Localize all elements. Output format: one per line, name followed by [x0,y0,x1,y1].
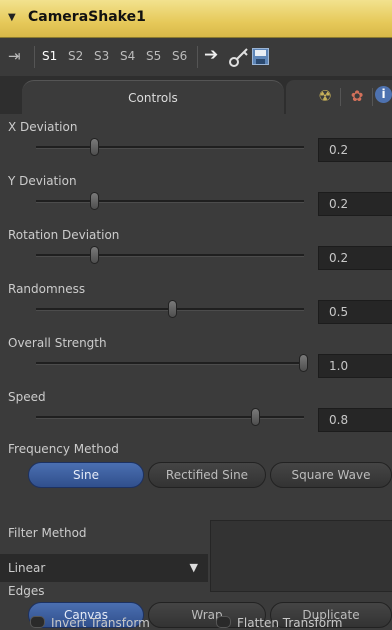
slider-value-input[interactable]: 1.0 [318,354,392,378]
tab-controls[interactable]: Controls [22,80,284,115]
checkbox-box[interactable] [216,616,231,628]
slider-thumb[interactable] [89,138,99,156]
slider-track[interactable] [36,200,304,203]
tab-bar: Controls ☢ ✿ i [0,76,392,115]
toolbar-divider [197,46,198,68]
radioactive-icon[interactable]: ☢ [312,84,338,108]
pin-icon[interactable]: ⇥ [8,47,21,65]
tab-divider [340,88,341,106]
slider-label: X Deviation [8,120,78,134]
tool-header[interactable]: ▼ CameraShake1 [0,0,392,38]
slot-s1[interactable]: S1 [42,49,57,63]
caret-down-icon: ▼ [189,561,198,574]
slider-track[interactable] [36,146,304,149]
edges-label: Edges [8,584,45,598]
checkbox-box[interactable] [30,616,45,628]
key-icon[interactable] [228,46,250,71]
gear-icon[interactable]: ✿ [344,84,370,108]
flatten-transform-label: Flatten Transform [237,616,343,630]
slot-s5[interactable]: S5 [146,49,161,63]
slider-thumb[interactable] [250,408,260,426]
slider-value-input[interactable]: 0.8 [318,408,392,432]
tab-divider [372,88,373,106]
slider-thumb[interactable] [89,246,99,264]
save-icon[interactable] [252,48,269,68]
frequency-rectified-sine-button[interactable]: Rectified Sine [148,462,266,488]
slider-thumb[interactable] [167,300,177,318]
frequency-sine-button[interactable]: Sine [28,462,144,488]
slider-value-input[interactable]: 0.2 [318,192,392,216]
frequency-square-wave-button[interactable]: Square Wave [270,462,392,488]
toolbar-divider [34,46,35,68]
slider-thumb[interactable] [89,192,99,210]
invert-transform-checkbox[interactable]: Invert Transform [30,616,150,630]
slider-label: Speed [8,390,46,404]
slider-track[interactable] [36,362,304,365]
filter-method-dropdown[interactable]: Linear ▼ [0,554,208,582]
flatten-transform-checkbox[interactable]: Flatten Transform [216,616,343,630]
filter-method-label: Filter Method [8,526,87,540]
filter-method-value: Linear [8,561,46,575]
slider-value-input[interactable]: 0.2 [318,138,392,162]
slider-track[interactable] [36,254,304,257]
invert-transform-label: Invert Transform [51,616,150,630]
slider-thumb[interactable] [299,354,308,372]
toolbar: ⇥ S1 S2 S3 S4 S5 S6 ➔ [0,38,392,76]
slot-s6[interactable]: S6 [172,49,187,63]
info-icon[interactable]: i [375,86,392,103]
slot-s2[interactable]: S2 [68,49,83,63]
triangle-down-icon[interactable]: ▼ [8,12,16,23]
frequency-method-label: Frequency Method [8,442,119,456]
slot-s4[interactable]: S4 [120,49,135,63]
slot-s3[interactable]: S3 [94,49,109,63]
slider-label: Y Deviation [8,174,77,188]
slider-track[interactable] [36,416,304,419]
slider-label: Randomness [8,282,86,296]
slider-label: Overall Strength [8,336,107,350]
slider-value-input[interactable]: 0.5 [318,300,392,324]
slider-label: Rotation Deviation [8,228,120,242]
tool-title: CameraShake1 [28,9,146,25]
slider-value-input[interactable]: 0.2 [318,246,392,270]
arrow-icon[interactable]: ➔ [204,45,218,65]
filter-preview-area [210,520,392,592]
